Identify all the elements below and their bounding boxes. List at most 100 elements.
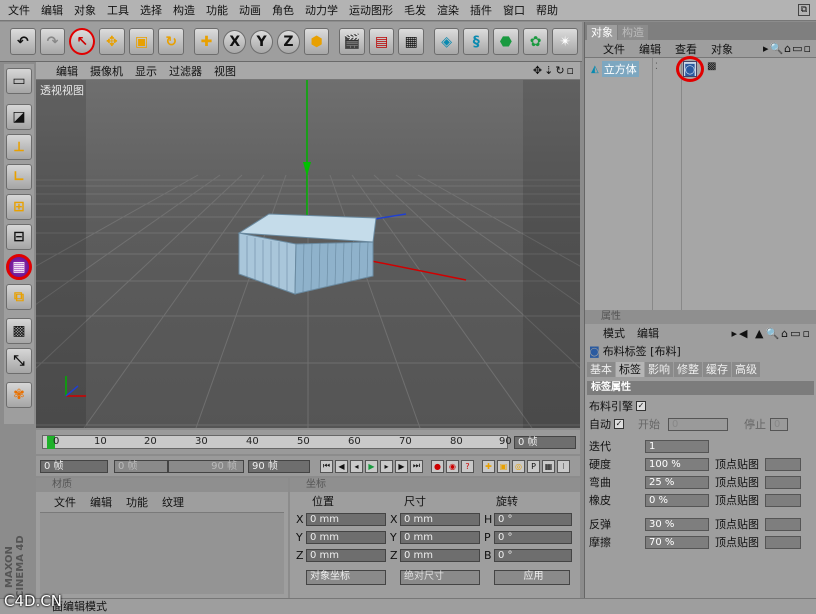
objects-search-icons[interactable]: ▸🔍⌂▭▫ <box>763 42 812 55</box>
model-mode-icon[interactable]: ◪ <box>6 104 32 130</box>
live-select-icon[interactable]: ↖ <box>69 28 96 55</box>
key-rotation-icon[interactable]: ◎ <box>512 459 525 473</box>
object-row-cube[interactable]: ◭ 立方体 <box>591 61 651 77</box>
menu-window[interactable]: 窗口 <box>503 2 525 18</box>
move-alt-icon[interactable]: ✚ <box>193 28 220 55</box>
cube-icon[interactable]: ◈ <box>433 28 460 55</box>
nurbs-icon[interactable]: ⬣ <box>493 28 519 55</box>
coordinate-mode-select[interactable]: 对象坐标 <box>306 569 386 585</box>
subtab-advanced[interactable]: 高级 <box>732 362 760 377</box>
x-axis-icon[interactable]: X <box>223 29 247 54</box>
friction-map-field[interactable] <box>765 535 801 549</box>
subtab-basic[interactable]: 基本 <box>587 362 615 377</box>
friction-field[interactable]: 70 % <box>645 535 709 549</box>
move-icon[interactable]: ✥ <box>99 28 125 55</box>
render-settings-icon[interactable]: ▦ <box>398 28 425 55</box>
y-axis-icon[interactable]: Y <box>250 29 273 54</box>
viewport-nav-icons[interactable]: ✥⇣↻▫ <box>533 64 576 77</box>
tab-structure[interactable]: 构造 <box>618 25 648 40</box>
menu-hair[interactable]: 毛发 <box>404 2 426 18</box>
deformer-icon[interactable]: ✴ <box>552 28 579 55</box>
pos-y-field[interactable]: 0 mm <box>306 530 386 544</box>
key-param-icon[interactable]: P <box>527 459 540 473</box>
auto-checkbox[interactable]: ✓ <box>614 419 624 429</box>
menu-character[interactable]: 角色 <box>272 2 294 18</box>
pos-z-field[interactable]: 0 mm <box>306 548 386 562</box>
mat-menu-file[interactable]: 文件 <box>54 494 76 510</box>
snap-icon[interactable]: ⤡ <box>6 348 32 374</box>
flexion-field[interactable]: 25 % <box>645 475 709 489</box>
menu-mograph[interactable]: 运动图形 <box>349 2 393 18</box>
start-field[interactable]: 0 <box>668 417 728 431</box>
vp-menu-camera[interactable]: 摄像机 <box>90 63 123 79</box>
tab-objects[interactable]: 对象 <box>587 25 617 40</box>
menu-file[interactable]: 文件 <box>8 2 30 18</box>
array-icon[interactable]: ✿ <box>522 28 549 55</box>
size-mode-select[interactable]: 绝对尺寸 <box>400 569 480 585</box>
menu-animate[interactable]: 动画 <box>239 2 261 18</box>
menu-functions[interactable]: 功能 <box>206 2 228 18</box>
start-frame-field[interactable]: 0 帧 <box>40 459 108 473</box>
subtab-influence[interactable]: 影响 <box>645 362 673 377</box>
perspective-viewport[interactable]: 透视视图 <box>36 80 580 428</box>
phong-tag-icon[interactable]: ▩ <box>707 61 716 72</box>
min-frame-field[interactable]: 0 帧 <box>114 459 168 473</box>
schedule-icon[interactable]: ⁝ <box>557 459 570 473</box>
size-x-field[interactable]: 0 mm <box>400 512 480 526</box>
menu-dynamics[interactable]: 动力学 <box>305 2 338 18</box>
render-picture-viewer-icon[interactable]: ▤ <box>368 28 395 55</box>
vp-menu-filter[interactable]: 过滤器 <box>169 63 202 79</box>
cloth-engine-checkbox[interactable]: ✓ <box>636 401 646 411</box>
vp-menu-display[interactable]: 显示 <box>135 63 157 79</box>
play-icon[interactable]: ▶ <box>365 459 378 473</box>
object-name[interactable]: 立方体 <box>601 61 639 77</box>
timeline-ruler[interactable]: 0 10 20 30 40 50 60 70 80 90 <box>42 435 512 449</box>
window-restore-icon[interactable]: ⧉ <box>798 4 810 16</box>
end-frame-field[interactable]: 90 帧 <box>248 459 310 473</box>
prev-frame-icon[interactable]: ◂ <box>350 459 363 473</box>
attr-menu-mode[interactable]: 模式 <box>603 325 625 341</box>
rot-h-field[interactable]: 0 ° <box>494 512 572 526</box>
spline-icon[interactable]: § <box>463 28 490 55</box>
current-frame-field[interactable]: 0 帧 <box>514 436 576 449</box>
menu-plugins[interactable]: 插件 <box>470 2 492 18</box>
vp-menu-view[interactable]: 视图 <box>214 63 236 79</box>
next-frame-icon[interactable]: ▸ <box>380 459 393 473</box>
rotate-icon[interactable]: ↻ <box>158 28 185 55</box>
attributes-nav-icons[interactable]: ▸◀ ▲🔍⌂▭▫ <box>732 327 812 340</box>
autokey-icon[interactable]: ◉ <box>446 459 459 473</box>
obj-menu-view[interactable]: 查看 <box>675 41 697 57</box>
viewport-layout-icon[interactable]: ▭ <box>6 68 32 94</box>
stop-field[interactable]: 0 <box>770 417 788 431</box>
size-y-field[interactable]: 0 mm <box>400 530 480 544</box>
rot-b-field[interactable]: 0 ° <box>494 548 572 562</box>
size-z-field[interactable]: 0 mm <box>400 548 480 562</box>
key-position-icon[interactable]: ✚ <box>482 459 495 473</box>
obj-menu-edit[interactable]: 编辑 <box>639 41 661 57</box>
subtab-dress[interactable]: 修整 <box>674 362 702 377</box>
go-start-icon[interactable]: ⏮ <box>320 459 333 473</box>
mat-menu-texture[interactable]: 纹理 <box>162 494 184 510</box>
cloth-tag-icon[interactable]: ◙ <box>683 61 697 77</box>
go-end-icon[interactable]: ⏭ <box>410 459 423 473</box>
key-scale-icon[interactable]: ▣ <box>497 459 510 473</box>
workplane-icon[interactable]: ▩ <box>6 318 32 344</box>
menu-object[interactable]: 对象 <box>74 2 96 18</box>
stiffness-map-field[interactable] <box>765 457 801 471</box>
mat-menu-function[interactable]: 功能 <box>126 494 148 510</box>
subtab-cache[interactable]: 缓存 <box>703 362 731 377</box>
undo-icon[interactable]: ↶ <box>10 28 36 55</box>
points-mode-icon[interactable]: ⊞ <box>6 194 32 220</box>
bounce-map-field[interactable] <box>765 517 801 531</box>
record-icon[interactable]: ● <box>431 459 444 473</box>
next-key-icon[interactable]: ▶ <box>395 459 408 473</box>
z-axis-icon[interactable]: Z <box>277 29 300 54</box>
key-pla-icon[interactable]: ▦ <box>542 459 555 473</box>
rot-p-field[interactable]: 0 ° <box>494 530 572 544</box>
subtab-tag[interactable]: 标签 <box>616 362 644 377</box>
attr-menu-edit[interactable]: 编辑 <box>637 325 659 341</box>
menu-tools[interactable]: 工具 <box>107 2 129 18</box>
rubber-field[interactable]: 0 % <box>645 493 709 507</box>
obj-menu-file[interactable]: 文件 <box>603 41 625 57</box>
scale-icon[interactable]: ▣ <box>128 28 155 55</box>
